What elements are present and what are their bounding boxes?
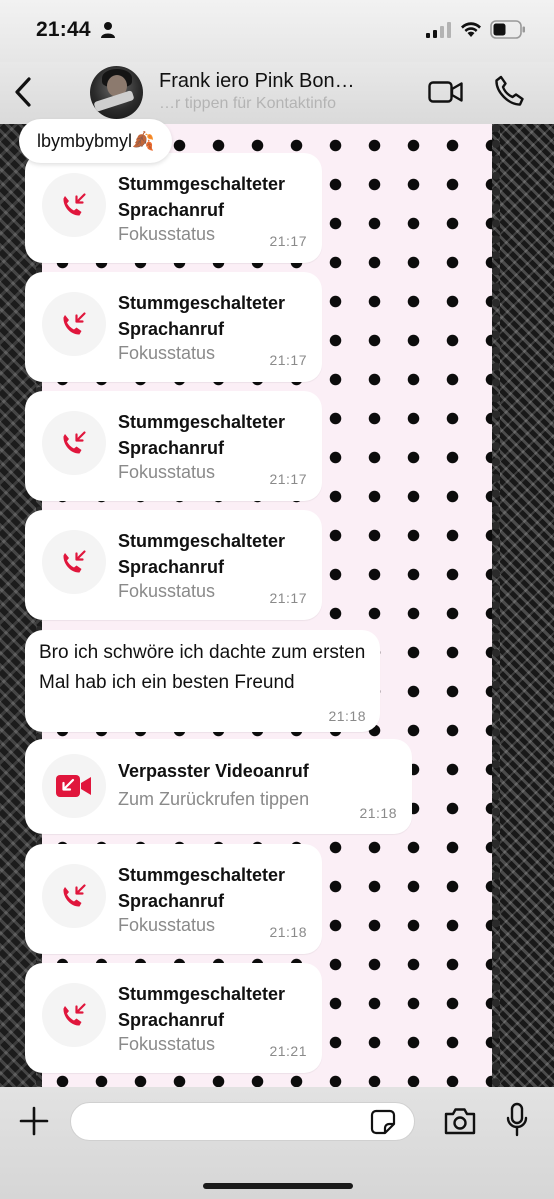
video-call-subtitle: Zum Zurückrufen tippen [118, 789, 310, 809]
contact-name[interactable]: Frank iero Pink Bon… [159, 70, 379, 93]
camera-button[interactable] [443, 1106, 477, 1136]
call-title: Stummgeschalteter Sprachanruf [118, 984, 286, 1030]
wifi-icon [461, 22, 481, 37]
text-message[interactable]: Bro ich schwöre ich dachte zum ersten Ma… [25, 630, 380, 732]
message-text: Bro ich schwöre ich dachte zum ersten Ma… [39, 642, 366, 693]
call-subtitle: Fokusstatus [118, 1034, 216, 1054]
call-message[interactable]: Stummgeschalteter Sprachanruf Fokusstatu… [25, 963, 322, 1073]
call-icon-circle [42, 530, 106, 594]
call-subtitle: Fokusstatus [118, 581, 216, 601]
video-call-button[interactable] [428, 78, 464, 106]
call-icon-circle [42, 173, 106, 237]
contact-info-hint[interactable]: …r tippen für Kontaktinfo [159, 95, 336, 113]
message-input[interactable] [70, 1102, 415, 1141]
call-icon-circle [42, 864, 106, 928]
battery-icon [490, 20, 525, 39]
sticker-icon[interactable] [370, 1109, 396, 1135]
missed-call-icon [63, 884, 86, 907]
missed-call-icon [63, 550, 86, 573]
call-title: Stummgeschalteter Sprachanruf [118, 293, 286, 339]
contact-avatar[interactable] [90, 66, 143, 119]
message-time: 21:17 [269, 233, 307, 249]
call-message[interactable]: Stummgeschalteter Sprachanruf Fokusstatu… [25, 844, 322, 954]
voice-call-button[interactable] [493, 74, 525, 108]
lace-border-right [492, 124, 554, 1087]
message-time: 21:18 [269, 924, 307, 940]
pinned-label-chip[interactable]: lbymbybmyl🍂 [19, 119, 173, 163]
call-subtitle: Fokusstatus [118, 343, 216, 363]
missed-call-icon [63, 312, 86, 335]
missed-video-call-message[interactable]: Verpasster Videoanruf Zum Zurückrufen ti… [25, 739, 412, 834]
call-message[interactable]: Stummgeschalteter Sprachanruf Fokusstatu… [25, 510, 322, 620]
call-title: Stummgeschalteter Sprachanruf [118, 531, 286, 577]
call-icon-circle [42, 411, 106, 475]
attach-plus-button[interactable] [18, 1105, 50, 1137]
cellular-signal-icon [426, 22, 451, 38]
back-button[interactable] [10, 74, 38, 110]
message-time: 21:17 [269, 352, 307, 368]
call-message[interactable]: Stummgeschalteter Sprachanruf Fokusstatu… [25, 153, 322, 263]
missed-video-call-icon [56, 775, 91, 797]
message-time: 21:17 [269, 590, 307, 606]
message-time: 21:18 [359, 805, 397, 821]
call-title: Stummgeschalteter Sprachanruf [118, 412, 286, 458]
call-subtitle: Fokusstatus [118, 224, 216, 244]
message-time: 21:18 [328, 708, 366, 724]
call-subtitle: Fokusstatus [118, 915, 216, 935]
video-icon-circle [42, 754, 106, 818]
microphone-button[interactable] [505, 1102, 529, 1138]
person-icon [101, 22, 115, 38]
call-title: Stummgeschalteter Sprachanruf [118, 174, 286, 220]
message-time: 21:17 [269, 471, 307, 487]
home-indicator [203, 1183, 353, 1189]
chat-header: Frank iero Pink Bon… …r tippen für Konta… [0, 62, 554, 124]
call-message[interactable]: Stummgeschalteter Sprachanruf Fokusstatu… [25, 391, 322, 501]
message-time: 21:21 [269, 1043, 307, 1059]
call-icon-circle [42, 292, 106, 356]
missed-call-icon [63, 431, 86, 454]
call-title: Stummgeschalteter Sprachanruf [118, 865, 286, 911]
status-bar: 21:44 [0, 0, 554, 62]
call-icon-circle [42, 983, 106, 1047]
call-message[interactable]: Stummgeschalteter Sprachanruf Fokusstatu… [25, 272, 322, 382]
call-subtitle: Fokusstatus [118, 462, 216, 482]
status-time: 21:44 [36, 18, 91, 41]
missed-call-icon [63, 1003, 86, 1026]
video-call-title: Verpasster Videoanruf [118, 761, 309, 781]
missed-call-icon [63, 193, 86, 216]
